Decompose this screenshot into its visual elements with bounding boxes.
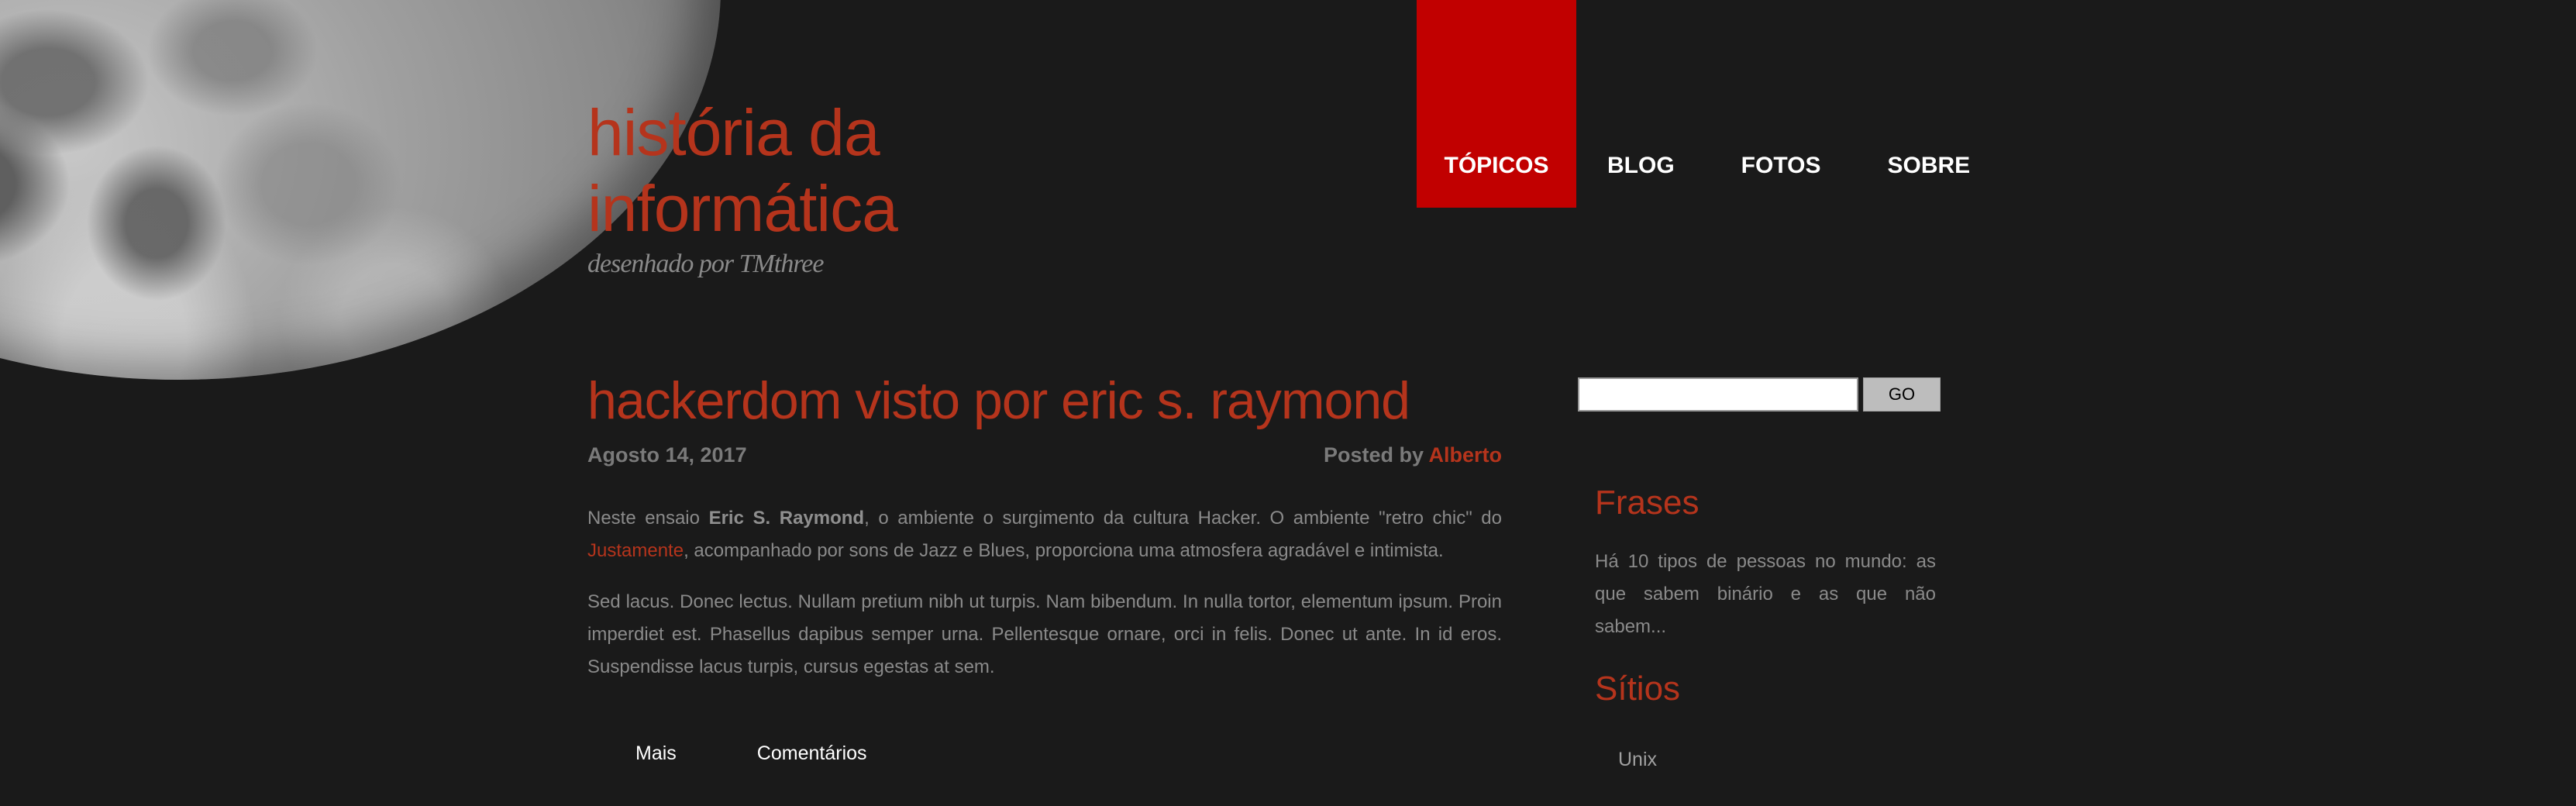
site-title[interactable]: história da informática <box>587 95 990 246</box>
p1-text-end: , acompanhado por sons de Jazz e Blues, … <box>684 540 1444 561</box>
page: história da informática desenhado por TM… <box>0 0 2576 806</box>
nav-item-label: BLOG <box>1607 153 1675 178</box>
sitio-link-unix[interactable]: Unix <box>1618 749 1657 771</box>
justamente-link[interactable]: Justamente <box>587 540 684 561</box>
nav-item-sobre[interactable]: SOBRE <box>1856 0 2001 208</box>
posted-by-label: Posted by <box>1323 443 1424 467</box>
nav-item-label: TÓPICOS <box>1444 153 1549 178</box>
post-meta: Posted by Alberto <box>1324 443 1502 467</box>
p1-text-middle: , o ambiente o surgimento da cultura Hac… <box>864 508 1502 529</box>
p1-bold-name: Eric S. Raymond <box>708 508 865 529</box>
frases-text: Há 10 tipos de pessoas no mundo: as que … <box>1595 551 1936 637</box>
post-actions: Mais Comentários <box>635 742 948 765</box>
main-nav: TÓPICOS BLOG FOTOS SOBRE <box>1417 0 2001 208</box>
more-link[interactable]: Mais <box>635 742 677 765</box>
nav-item-label: SOBRE <box>1887 153 1971 178</box>
post-body: Neste ensaio Eric S. Raymond, o ambiente… <box>587 502 1502 702</box>
p1-text-start: Neste ensaio <box>587 508 709 529</box>
nav-item-blog[interactable]: BLOG <box>1576 0 1706 208</box>
post-paragraph-1: Neste ensaio Eric S. Raymond, o ambiente… <box>587 502 1502 567</box>
nav-item-topicos[interactable]: TÓPICOS <box>1417 0 1576 208</box>
search-input[interactable] <box>1578 377 1858 412</box>
frases-heading: Frases <box>1595 484 1700 522</box>
comments-link[interactable]: Comentários <box>757 742 867 765</box>
post-paragraph-2: Sed lacus. Donec lectus. Nullam pretium … <box>587 591 1502 677</box>
author-link[interactable]: Alberto <box>1429 443 1503 467</box>
post-title[interactable]: hackerdom visto por eric s. raymond <box>587 370 1410 431</box>
go-button[interactable]: GO <box>1863 377 1941 412</box>
nav-item-fotos[interactable]: FOTOS <box>1706 0 1857 208</box>
site-subtitle: desenhado por TMthree <box>587 250 824 278</box>
post-date: Agosto 14, 2017 <box>587 443 747 467</box>
sitios-heading: Sítios <box>1595 670 1681 708</box>
nav-item-label: FOTOS <box>1741 153 1821 178</box>
